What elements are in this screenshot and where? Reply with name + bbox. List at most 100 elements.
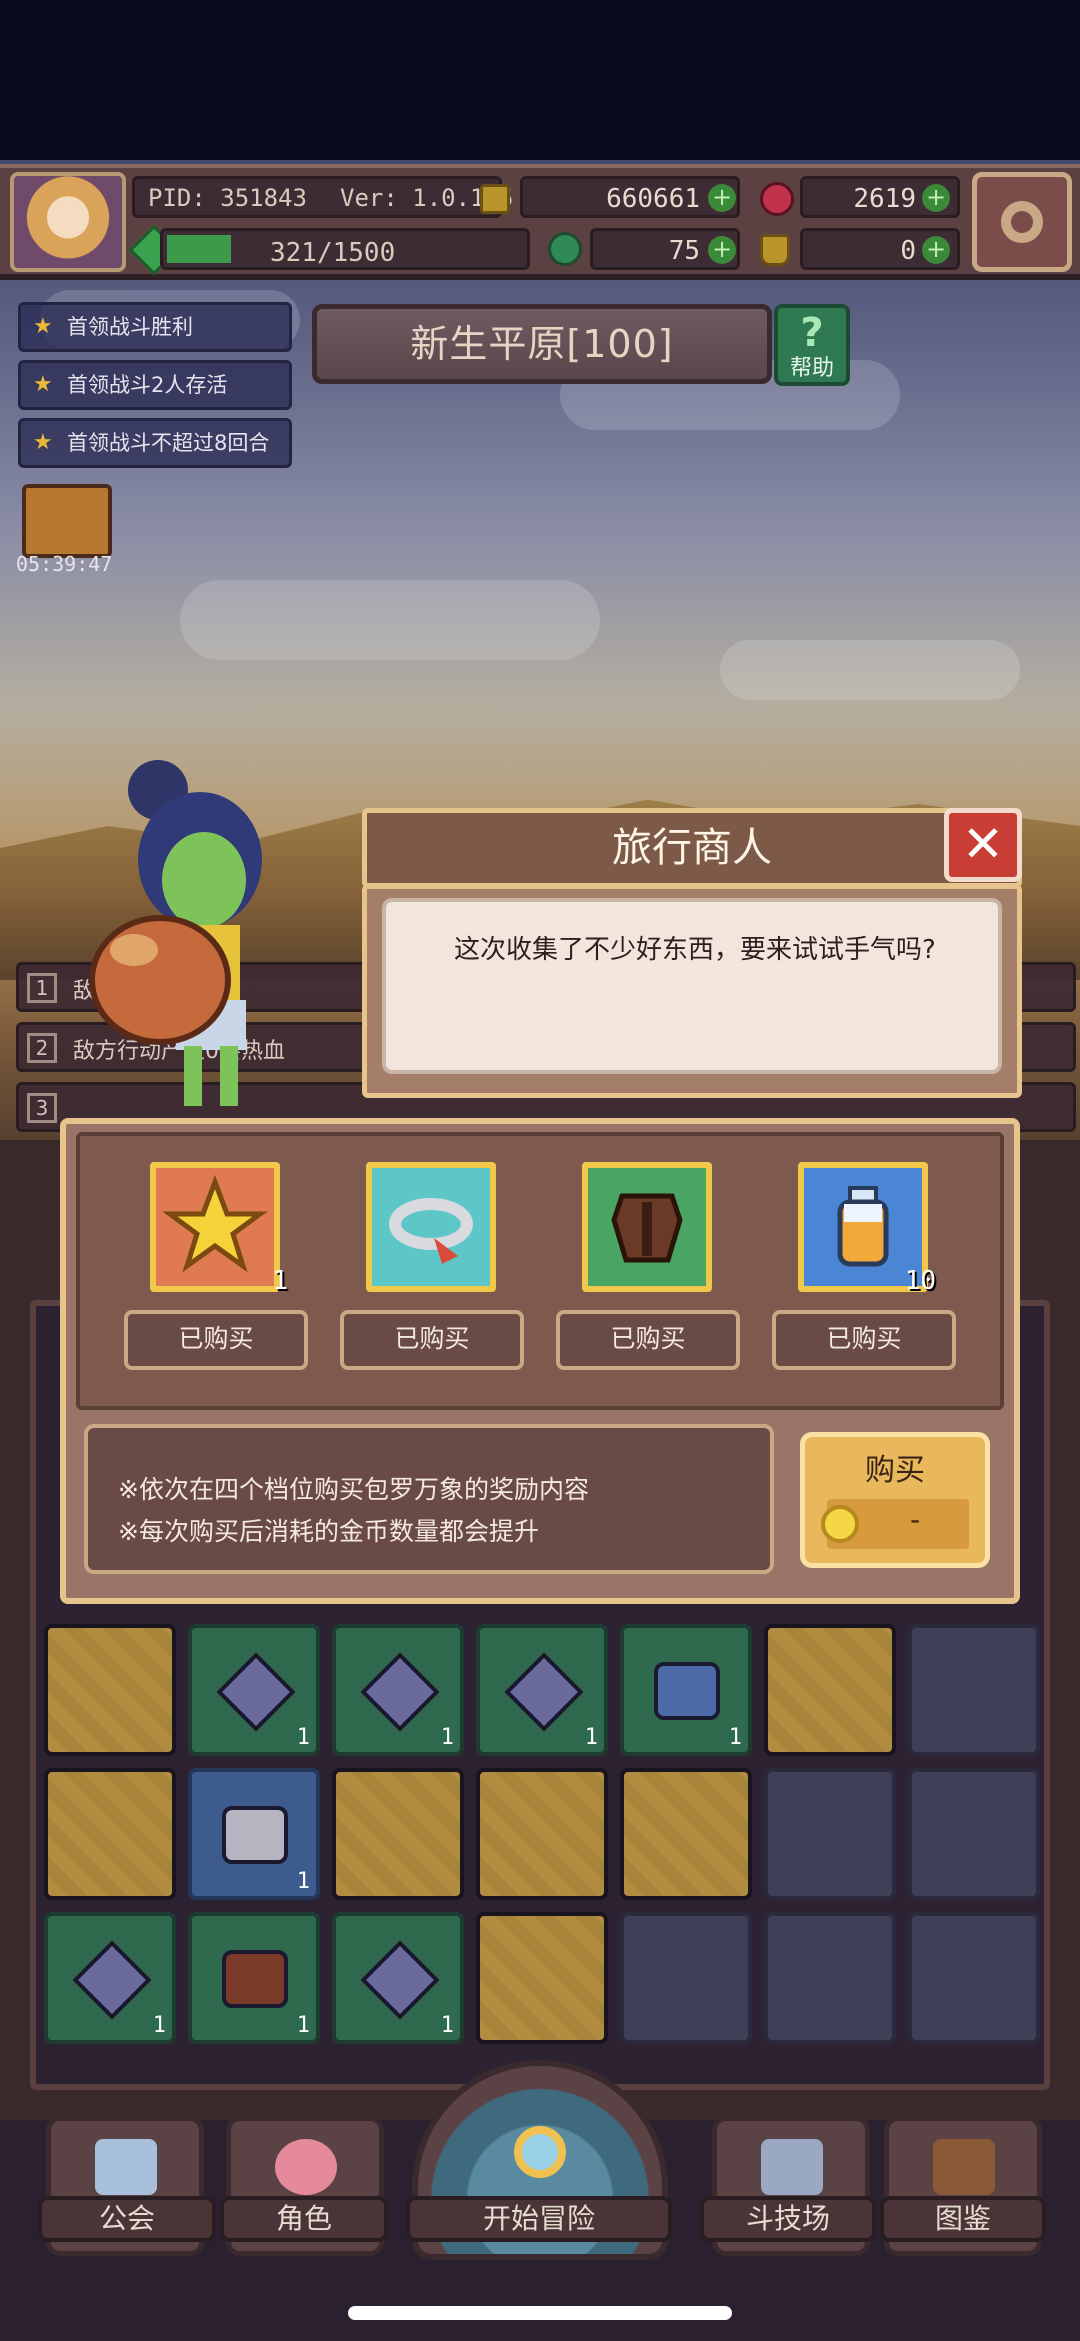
inventory-slot[interactable] — [908, 1624, 1040, 1756]
nav-codex-label[interactable]: 图鉴 — [880, 2196, 1046, 2242]
gem-icon — [504, 1652, 584, 1732]
quest-item: ★ 首领战斗胜利 — [18, 302, 292, 352]
inventory-slot[interactable] — [908, 1768, 1040, 1900]
status-area — [0, 0, 1080, 160]
add-coins-button[interactable]: + — [708, 184, 736, 212]
coin-icon — [821, 1505, 859, 1543]
inventory-slot[interactable]: 1 — [188, 1624, 320, 1756]
inventory-slot[interactable]: 1 — [188, 1912, 320, 2044]
gem-icon — [360, 1652, 440, 1732]
quest-label: 首领战斗胜利 — [67, 315, 193, 339]
player-avatar[interactable] — [10, 172, 126, 272]
star-icon: ★ — [33, 314, 53, 339]
quest-item: ★ 首领战斗2人存活 — [18, 360, 292, 410]
item-count: 1 — [272, 1266, 288, 1296]
coins-value: 660661 — [606, 184, 700, 214]
merchant-character — [89, 760, 262, 1106]
shop-item[interactable]: 1 — [150, 1162, 288, 1296]
stage-title: 新生平原[100] — [312, 304, 772, 384]
bought-button[interactable]: 已购买 — [124, 1310, 308, 1370]
inventory-slot[interactable]: 1 — [476, 1624, 608, 1756]
key-icon — [760, 234, 790, 266]
shop-note: ※每次购买后消耗的金币数量都会提升 — [118, 1517, 539, 1546]
inventory-slot[interactable]: 1 — [332, 1912, 464, 2044]
inventory-slot[interactable] — [44, 1768, 176, 1900]
add-clover-button[interactable]: + — [708, 236, 736, 264]
character-icon — [275, 2139, 337, 2195]
bought-button[interactable]: 已购买 — [772, 1310, 956, 1370]
ruby-icon — [760, 182, 794, 216]
dialog-message-box — [382, 898, 1002, 1074]
quest-label: 首领战斗2人存活 — [67, 373, 228, 397]
nav-arena-label[interactable]: 斗技场 — [700, 2196, 876, 2242]
inventory-slot[interactable]: 1 — [188, 1768, 320, 1900]
add-gems-button[interactable]: + — [922, 184, 950, 212]
inventory-slot[interactable] — [764, 1912, 896, 2044]
inventory-slot[interactable] — [476, 1912, 608, 2044]
gem-icon — [216, 1652, 296, 1732]
buy-button[interactable]: 购买 - — [800, 1432, 990, 1568]
exp-fill — [167, 235, 231, 263]
dialog-message: 这次收集了不少好东西，要来试试手气吗? — [454, 935, 936, 965]
slot-count: 1 — [296, 1725, 310, 1750]
inventory-slot[interactable] — [620, 1912, 752, 2044]
gear-icon — [1001, 201, 1043, 243]
gem-icon — [72, 1940, 152, 2020]
inventory-slot[interactable] — [44, 1624, 176, 1756]
settings-button[interactable] — [972, 172, 1072, 272]
help-label: 帮助 — [789, 356, 834, 381]
shop-item[interactable] — [582, 1162, 712, 1292]
keys-value: 0 — [900, 236, 916, 266]
start-adventure-label[interactable]: 开始冒险 — [406, 2196, 672, 2242]
inventory-slot[interactable] — [332, 1768, 464, 1900]
inventory-slot[interactable]: 1 — [44, 1912, 176, 2044]
slot-count: 1 — [296, 2013, 310, 2038]
slot-count: 1 — [584, 1725, 598, 1750]
book-icon — [933, 2139, 995, 2195]
rule-number: 3 — [27, 1093, 57, 1123]
shop-item[interactable] — [366, 1162, 496, 1292]
exp-value: 321/1500 — [270, 238, 396, 268]
inventory-slot[interactable] — [908, 1912, 1040, 2044]
shop-item[interactable]: 10 — [798, 1162, 936, 1296]
rule-number: 1 — [27, 973, 57, 1003]
quest-item: ★ 首领战斗不超过8回合 — [18, 418, 292, 468]
bought-button[interactable]: 已购买 — [556, 1310, 740, 1370]
slot-count: 1 — [440, 1725, 454, 1750]
inventory-slot[interactable] — [620, 1768, 752, 1900]
gems-value: 2619 — [853, 184, 916, 214]
rule-number: 2 — [27, 1033, 57, 1063]
star-icon — [162, 1174, 268, 1273]
close-icon: ✕ — [962, 815, 1004, 873]
bought-button[interactable]: 已购买 — [340, 1310, 524, 1370]
home-indicator — [348, 2306, 732, 2320]
slot-count: 1 — [152, 2013, 166, 2038]
magnifier-icon — [514, 2126, 566, 2178]
add-keys-button[interactable]: + — [922, 236, 950, 264]
inventory-slot[interactable]: 1 — [332, 1624, 464, 1756]
inventory-slot[interactable] — [764, 1768, 896, 1900]
nav-guild-label[interactable]: 公会 — [38, 2196, 216, 2242]
close-button[interactable]: ✕ — [944, 808, 1022, 882]
slot-count: 1 — [728, 1725, 742, 1750]
treasure-chest-icon[interactable] — [22, 484, 112, 558]
inventory-slot[interactable] — [476, 1768, 608, 1900]
nav-character-label[interactable]: 角色 — [220, 2196, 388, 2242]
help-button[interactable]: ? 帮助 — [774, 304, 850, 386]
inventory-slot[interactable] — [764, 1624, 896, 1756]
buy-label: 购买 — [865, 1453, 925, 1488]
coin-icon — [480, 184, 510, 214]
star-icon: ★ — [33, 430, 53, 455]
cloud — [180, 580, 600, 660]
dialog-title: 旅行商人 — [612, 825, 772, 871]
clover-icon — [548, 232, 582, 266]
shop-note: ※依次在四个档位购买包罗万象的奖励内容 — [118, 1475, 589, 1504]
quest-label: 首领战斗不超过8回合 — [67, 431, 270, 455]
slot-count: 1 — [296, 1869, 310, 1894]
clover-value: 75 — [668, 236, 700, 266]
star-icon: ★ — [33, 372, 53, 397]
inventory-slot[interactable]: 1 — [620, 1624, 752, 1756]
gem-icon — [360, 1940, 440, 2020]
crossed-swords-icon — [761, 2139, 823, 2195]
armor-icon — [611, 1193, 683, 1263]
